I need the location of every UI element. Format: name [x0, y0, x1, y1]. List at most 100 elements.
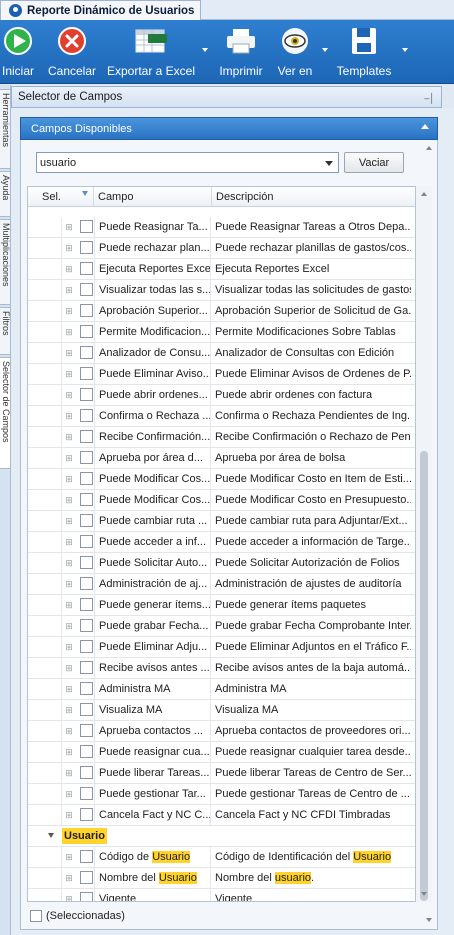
filter-icon[interactable]	[82, 191, 88, 196]
panel-scrollbar[interactable]	[422, 140, 436, 930]
table-row[interactable]: ⊞ Analizador de Consu... Analizador de Con…	[28, 343, 415, 364]
table-row[interactable]: ⊞ Aprobación Superior... Aprobación Superi…	[28, 301, 415, 322]
row-checkbox[interactable]	[80, 367, 93, 380]
table-row[interactable]: ⊞ Administración de aj... Administración d…	[28, 574, 415, 595]
table-row[interactable]: ⊞ Recibe Confirmación... Recibe Confirmaci…	[28, 427, 415, 448]
row-checkbox[interactable]	[80, 598, 93, 611]
exportar-excel-button[interactable]: Exportar a Excel	[107, 24, 195, 78]
row-checkbox[interactable]	[80, 283, 93, 296]
table-row[interactable]: ⊞ Administra MA Administra MA	[28, 679, 415, 700]
row-checkbox[interactable]	[80, 262, 93, 275]
table-row[interactable]: ⊞ Puede reasignar cua... Puede reasignar c…	[28, 742, 415, 763]
campos-disponibles-header[interactable]: Campos Disponibles	[20, 117, 438, 140]
vaciar-button[interactable]: Vaciar	[344, 152, 404, 173]
imprimir-button[interactable]: Imprimir	[216, 24, 266, 78]
expand-plus-icon[interactable]: ⊞	[65, 853, 73, 862]
expand-plus-icon[interactable]: ⊞	[65, 496, 73, 505]
expand-plus-icon[interactable]: ⊞	[65, 874, 73, 883]
table-row[interactable]: ⊞ Vigente Vigente	[28, 889, 415, 902]
row-checkbox[interactable]	[80, 346, 93, 359]
table-row[interactable]: ⊞ Cancela Fact y NC C... Cancela Fact y NC…	[28, 805, 415, 826]
pin-icon[interactable]: –│	[424, 93, 435, 103]
row-checkbox[interactable]	[80, 766, 93, 779]
expand-plus-icon[interactable]: ⊞	[65, 328, 73, 337]
table-row[interactable]: ⊞ Puede Eliminar Aviso... Puede Eliminar A…	[28, 364, 415, 385]
selected-only-checkbox[interactable]	[30, 910, 42, 922]
templates-button[interactable]: Templates	[336, 24, 392, 78]
expand-plus-icon[interactable]: ⊞	[65, 769, 73, 778]
rail-tab-ayuda[interactable]: Ayuda	[0, 171, 11, 217]
expand-plus-icon[interactable]: ⊞	[65, 622, 73, 631]
expand-plus-icon[interactable]: ⊞	[65, 433, 73, 442]
row-checkbox[interactable]	[80, 514, 93, 527]
expand-plus-icon[interactable]: ⊞	[65, 244, 73, 253]
row-checkbox[interactable]	[80, 892, 93, 901]
row-checkbox[interactable]	[80, 241, 93, 254]
chevron-down-icon[interactable]	[48, 833, 54, 838]
table-row[interactable]: ⊞ Recibe avisos antes ... Recibe avisos an…	[28, 658, 415, 679]
table-row[interactable]: ⊞ Permite Modificacion... Permite Modifica…	[28, 322, 415, 343]
ver-en-dropdown-arrow[interactable]	[322, 48, 328, 52]
row-checkbox[interactable]	[80, 472, 93, 485]
rail-tab-multiplicaciones[interactable]: Multiplicaciones	[0, 219, 11, 305]
expand-plus-icon[interactable]: ⊞	[65, 412, 73, 421]
cancelar-button[interactable]: Cancelar	[48, 24, 96, 78]
expand-plus-icon[interactable]: ⊞	[65, 349, 73, 358]
table-row[interactable]: ⊞ Puede cambiar ruta ... Puede cambiar rut…	[28, 511, 415, 532]
table-row[interactable]: ⊞ Puede grabar Fecha... Puede grabar Fecha…	[28, 616, 415, 637]
row-checkbox[interactable]	[80, 388, 93, 401]
table-row[interactable]: ⊞ Puede rechazar plan... Puede rechazar pl…	[28, 238, 415, 259]
expand-plus-icon[interactable]: ⊞	[65, 685, 73, 694]
table-row[interactable]: ⊞ Visualizar todas las s... Visualizar tod…	[28, 280, 415, 301]
row-checkbox[interactable]	[80, 409, 93, 422]
expand-plus-icon[interactable]: ⊞	[65, 706, 73, 715]
table-row[interactable]: ⊞ Puede Modificar Cos... Puede Modificar C…	[28, 469, 415, 490]
column-header-descripcion[interactable]: Descripción	[212, 187, 415, 207]
table-row[interactable]: ⊞ Puede acceder a inf... Puede acceder a i…	[28, 532, 415, 553]
expand-plus-icon[interactable]: ⊞	[65, 664, 73, 673]
iniciar-button[interactable]: Iniciar	[0, 24, 36, 78]
table-row[interactable]: ⊞ Puede Modificar Cos... Puede Modificar C…	[28, 490, 415, 511]
templates-dropdown-arrow[interactable]	[402, 48, 408, 52]
row-checkbox[interactable]	[80, 682, 93, 695]
table-row[interactable]: ⊞ Puede Reasignar Ta... Puede Reasignar Ta…	[28, 217, 415, 238]
row-checkbox[interactable]	[80, 808, 93, 821]
row-checkbox[interactable]	[80, 430, 93, 443]
table-row[interactable]: ⊞ Código de Usuario Código de Identificaci…	[28, 847, 415, 868]
row-checkbox[interactable]	[80, 577, 93, 590]
table-row[interactable]: ⊞ Nombre del Usuario Nombre del usuario.	[28, 868, 415, 889]
expand-plus-icon[interactable]: ⊞	[65, 223, 73, 232]
row-checkbox[interactable]	[80, 304, 93, 317]
expand-plus-icon[interactable]: ⊞	[65, 790, 73, 799]
collapse-icon[interactable]	[421, 124, 429, 129]
table-row[interactable]: ⊞ Confirma o Rechaza ... Confirma o Rechaz…	[28, 406, 415, 427]
expand-plus-icon[interactable]: ⊞	[65, 811, 73, 820]
rail-tab-filtros[interactable]: Filtros	[0, 307, 11, 355]
row-checkbox[interactable]	[80, 493, 93, 506]
row-checkbox[interactable]	[80, 661, 93, 674]
expand-plus-icon[interactable]: ⊞	[65, 370, 73, 379]
row-checkbox[interactable]	[80, 724, 93, 737]
expand-plus-icon[interactable]: ⊞	[65, 748, 73, 757]
chevron-down-icon[interactable]	[325, 161, 333, 166]
panel-scroll-up-icon[interactable]	[426, 146, 432, 150]
group-row-usuario[interactable]: Usuario	[28, 826, 415, 847]
expand-plus-icon[interactable]: ⊞	[65, 601, 73, 610]
table-row[interactable]: ⊞ Puede liberar Tareas... Puede liberar Ta…	[28, 763, 415, 784]
expand-plus-icon[interactable]: ⊞	[65, 391, 73, 400]
expand-plus-icon[interactable]: ⊞	[65, 454, 73, 463]
report-tab[interactable]: Reporte Dinámico de Usuarios	[0, 0, 201, 20]
row-checkbox[interactable]	[80, 535, 93, 548]
table-row[interactable]: ⊞ Puede Solicitar Auto... Puede Solicitar …	[28, 553, 415, 574]
row-checkbox[interactable]	[80, 325, 93, 338]
expand-plus-icon[interactable]: ⊞	[65, 475, 73, 484]
row-checkbox[interactable]	[80, 556, 93, 569]
expand-plus-icon[interactable]: ⊞	[65, 895, 73, 902]
row-checkbox[interactable]	[80, 745, 93, 758]
row-checkbox[interactable]	[80, 220, 93, 233]
rail-tab-selector-campos[interactable]: Selector de Campos	[0, 357, 11, 469]
ver-en-button[interactable]: Ver en	[276, 24, 314, 78]
table-row[interactable]: ⊞ Visualiza MA Visualiza MA	[28, 700, 415, 721]
expand-plus-icon[interactable]: ⊞	[65, 580, 73, 589]
table-row[interactable]: ⊞ Ejecuta Reportes Excel Ejecuta Reportes …	[28, 259, 415, 280]
